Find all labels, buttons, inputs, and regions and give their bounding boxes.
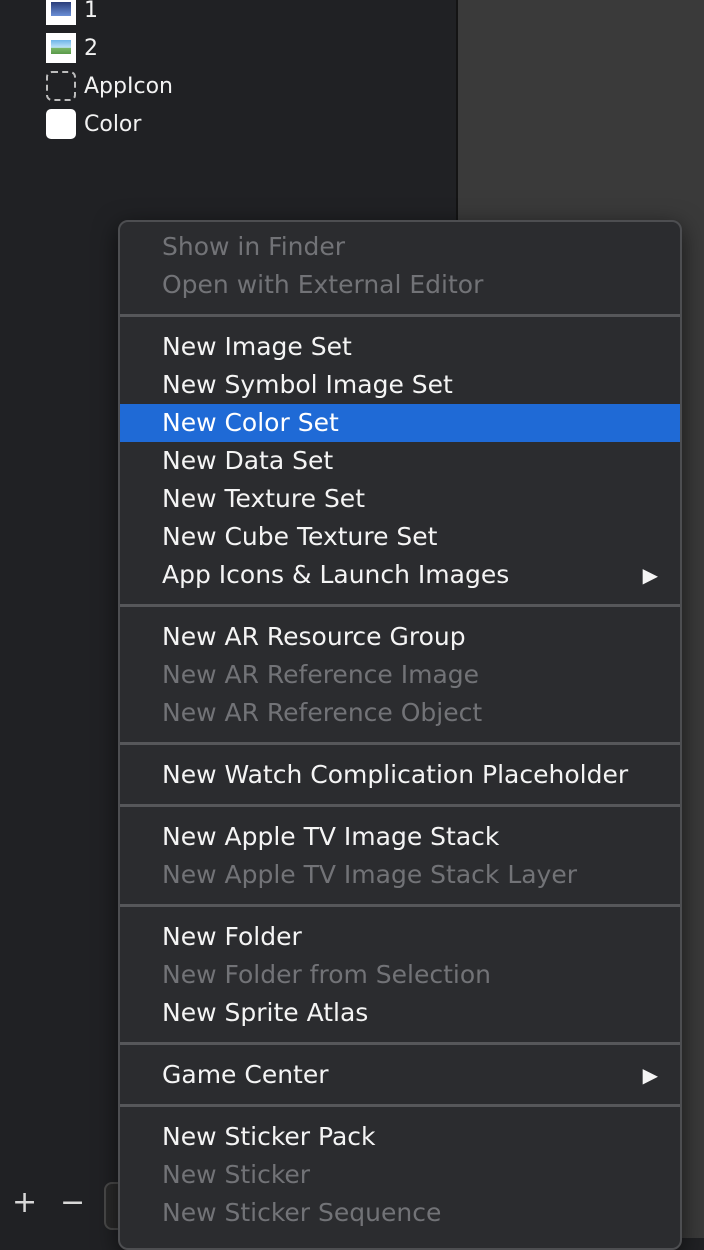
appicon-placeholder-icon (46, 71, 76, 101)
menu-item-new-symbol-image-set[interactable]: New Symbol Image Set (120, 366, 680, 404)
menu-item-new-data-set[interactable]: New Data Set (120, 442, 680, 480)
menu-separator (120, 742, 680, 745)
add-button[interactable]: + (12, 1188, 37, 1218)
remove-button[interactable]: − (60, 1188, 85, 1218)
menu-separator (120, 1104, 680, 1107)
menu-item-new-folder-from-selection[interactable]: New Folder from Selection (120, 956, 680, 994)
asset-item-appicon[interactable]: AppIcon (46, 70, 173, 102)
menu-item-new-sticker-pack[interactable]: New Sticker Pack (120, 1118, 680, 1156)
color-swatch-icon (46, 109, 76, 139)
menu-separator (120, 904, 680, 907)
context-menu: Show in Finder Open with External Editor… (118, 220, 682, 1250)
image-thumbnail-icon (46, 33, 76, 63)
menu-item-new-sticker[interactable]: New Sticker (120, 1156, 680, 1194)
menu-separator (120, 604, 680, 607)
submenu-arrow-icon: ▶ (642, 563, 658, 587)
menu-item-show-in-finder[interactable]: Show in Finder (120, 228, 680, 266)
menu-item-new-folder[interactable]: New Folder (120, 918, 680, 956)
menu-item-label: App Icons & Launch Images (162, 560, 510, 589)
menu-item-open-external-editor[interactable]: Open with External Editor (120, 266, 680, 304)
asset-label: 2 (84, 35, 98, 61)
menu-item-new-sprite-atlas[interactable]: New Sprite Atlas (120, 994, 680, 1032)
menu-item-new-apple-tv-image-stack[interactable]: New Apple TV Image Stack (120, 818, 680, 856)
image-thumbnail-icon (46, 0, 76, 25)
menu-item-new-ar-reference-object[interactable]: New AR Reference Object (120, 694, 680, 732)
menu-item-game-center[interactable]: Game Center ▶ (120, 1056, 680, 1094)
menu-item-new-image-set[interactable]: New Image Set (120, 328, 680, 366)
menu-separator (120, 804, 680, 807)
asset-item-2[interactable]: 2 (46, 32, 98, 64)
menu-item-new-ar-reference-image[interactable]: New AR Reference Image (120, 656, 680, 694)
menu-separator (120, 314, 680, 317)
submenu-arrow-icon: ▶ (642, 1063, 658, 1087)
menu-item-new-apple-tv-image-stack-layer[interactable]: New Apple TV Image Stack Layer (120, 856, 680, 894)
menu-item-label: Game Center (162, 1060, 329, 1089)
menu-item-app-icons-launch-images[interactable]: App Icons & Launch Images ▶ (120, 556, 680, 594)
menu-item-new-watch-complication[interactable]: New Watch Complication Placeholder (120, 756, 680, 794)
asset-label: AppIcon (84, 73, 173, 99)
menu-item-new-ar-resource-group[interactable]: New AR Resource Group (120, 618, 680, 656)
asset-item-1[interactable]: 1 (46, 0, 98, 26)
asset-label: 1 (84, 0, 98, 23)
asset-item-color[interactable]: Color (46, 108, 141, 140)
menu-item-new-cube-texture-set[interactable]: New Cube Texture Set (120, 518, 680, 556)
menu-item-new-color-set[interactable]: New Color Set (120, 404, 680, 442)
menu-item-new-texture-set[interactable]: New Texture Set (120, 480, 680, 518)
menu-separator (120, 1042, 680, 1045)
menu-item-new-sticker-sequence[interactable]: New Sticker Sequence (120, 1194, 680, 1232)
asset-label: Color (84, 111, 142, 137)
